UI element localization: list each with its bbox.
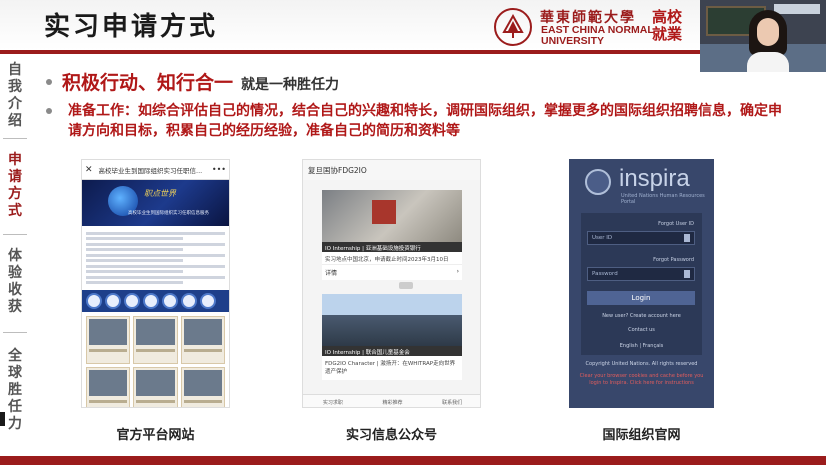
platform-topbar: ✕ 高校毕业生到国际组织实习任职信... ••• <box>82 160 229 180</box>
nav-item-gains[interactable]: 体验收获 <box>4 248 26 316</box>
caption-wechat: 实习信息公众号 <box>345 428 437 443</box>
org-logo-strip <box>82 289 229 312</box>
caption-inspira: 国际组织官网 <box>602 428 681 443</box>
bullet-dot-icon <box>46 108 52 114</box>
user-icon <box>684 234 690 242</box>
org-logo-icon <box>200 292 216 309</box>
platform-banner-subtitle: 高校毕业生到国际组织实习任职信息服务 <box>128 211 209 216</box>
bullet-2-text: 准备工作：如综合评估自己的情况，结合自己的兴趣和特长，调研国际组织，掌握更多的国… <box>68 103 782 139</box>
wechat-header: 复旦国协FDG2IO <box>303 160 480 180</box>
article-caption-1: IO Internship | 亚洲基础设施投资银行 <box>322 242 462 252</box>
nav-item-apply[interactable]: 申请方式 <box>4 152 26 220</box>
org-logo-icon <box>143 292 159 309</box>
bullet-1: 积极行动、知行合一 就是一种胜任力 <box>46 68 339 95</box>
inspira-subtitle: United Nations Human Resources Portal <box>621 193 705 205</box>
article-desc-1: 实习地点中国北京，申请截止时间2023年3月10日 <box>325 257 449 263</box>
article-card-2: IO Internship | 联合国儿童基金会 FDG2IO Characte… <box>322 294 462 380</box>
article-image-1 <box>322 190 462 242</box>
bullet-2: 准备工作：如综合评估自己的情况，结合自己的兴趣和特长，调研国际组织，掌握更多的国… <box>46 101 786 141</box>
platform-news-list <box>82 226 229 290</box>
un-logo-icon <box>585 169 611 195</box>
nav-divider <box>3 138 27 139</box>
copyright-text: Copyright United Nations. All rights res… <box>585 361 698 367</box>
slide-header: 实习申请方式 華東師範大學 EAST CHINA NORMAL UNIVERSI… <box>0 0 700 50</box>
password-input[interactable]: Password <box>587 267 695 281</box>
org-logo-icon <box>105 292 121 309</box>
timestamp-badge <box>399 282 413 289</box>
forgot-password-link[interactable]: Forgot Password <box>653 257 694 263</box>
article-desc-2: FDG2IO Character | 激扬开：在WHITRAP走向世界遗产保护 <box>325 361 456 375</box>
platform-banner-heading: 职点世界 <box>144 189 176 198</box>
article-more-1: 详情 › <box>322 264 462 280</box>
calligraphy-logo: 高校就業 <box>652 8 683 43</box>
platform-card-grid <box>82 312 229 407</box>
org-logo-icon <box>162 292 178 309</box>
more-icon: ••• <box>211 165 226 174</box>
platform-banner: 职点世界 高校毕业生到国际组织实习任职信息服务 <box>82 180 229 226</box>
wechat-account-screenshot: 复旦国协FDG2IO IO Internship | 亚洲基础设施投资银行 实习… <box>302 159 481 408</box>
menu-item[interactable]: 联系我们 <box>442 399 462 406</box>
university-name-en-2: UNIVERSITY <box>541 35 605 47</box>
bullet-1-rest: 就是一种胜任力 <box>241 77 340 93</box>
cookie-warning[interactable]: Clear your browser cookies and cache bef… <box>579 373 704 387</box>
bullet-1-strong: 积极行动、知行合一 <box>62 72 234 94</box>
menu-item[interactable]: 实习求职 <box>323 399 343 406</box>
platform-topbar-title: 高校毕业生到国际组织实习任职信... <box>98 166 203 175</box>
nav-item-competence[interactable]: 全球胜任力 <box>4 348 26 433</box>
org-logo-icon <box>181 292 197 309</box>
login-box: Forgot User ID User ID Forgot Password P… <box>581 213 702 355</box>
create-account-link[interactable]: New user? Create account here <box>569 313 714 319</box>
user-id-input[interactable]: User ID <box>587 231 695 245</box>
nav-divider <box>3 332 27 333</box>
menu-item[interactable]: 精彩推荐 <box>382 399 402 406</box>
platform-website-screenshot: ✕ 高校毕业生到国际组织实习任职信... ••• 职点世界 高校毕业生到国际组织… <box>81 159 230 408</box>
section-nav: 自我介绍 申请方式 体验收获 全球胜任力 <box>0 54 30 456</box>
caption-platform: 官方平台网站 <box>116 428 195 443</box>
close-icon: ✕ <box>85 164 93 175</box>
inspira-brand: inspira <box>619 165 690 192</box>
nav-item-intro[interactable]: 自我介绍 <box>4 62 26 130</box>
language-switch[interactable]: English | Français <box>569 343 714 349</box>
chevron-right-icon: › <box>456 268 459 275</box>
org-logo-icon <box>124 292 140 309</box>
university-seal-icon <box>494 8 532 46</box>
webcam-video <box>700 0 826 72</box>
login-button[interactable]: Login <box>587 291 695 305</box>
footer-bar <box>0 456 826 465</box>
article-card-1: IO Internship | 亚洲基础设施投资银行 实习地点中国北京，申请截止… <box>322 190 462 280</box>
inspira-login-screenshot: inspira United Nations Human Resources P… <box>569 159 714 408</box>
slide: 实习申请方式 華東師範大學 EAST CHINA NORMAL UNIVERSI… <box>0 0 826 465</box>
nav-collapse-tab[interactable] <box>0 412 5 426</box>
nav-divider <box>3 234 27 235</box>
article-caption-2: IO Internship | 联合国儿童基金会 <box>322 346 462 356</box>
article-image-2 <box>322 294 462 346</box>
slide-title: 实习申请方式 <box>44 12 219 42</box>
bullet-dot-icon <box>46 79 52 85</box>
contact-link[interactable]: Contact us <box>569 327 714 333</box>
lock-icon <box>684 270 690 278</box>
wechat-footer-menu: 实习求职 精彩推荐 联系我们 <box>303 394 480 407</box>
forgot-id-link[interactable]: Forgot User ID <box>658 221 694 227</box>
un-logo-icon <box>86 292 102 309</box>
webcam-presenter <box>747 10 789 72</box>
